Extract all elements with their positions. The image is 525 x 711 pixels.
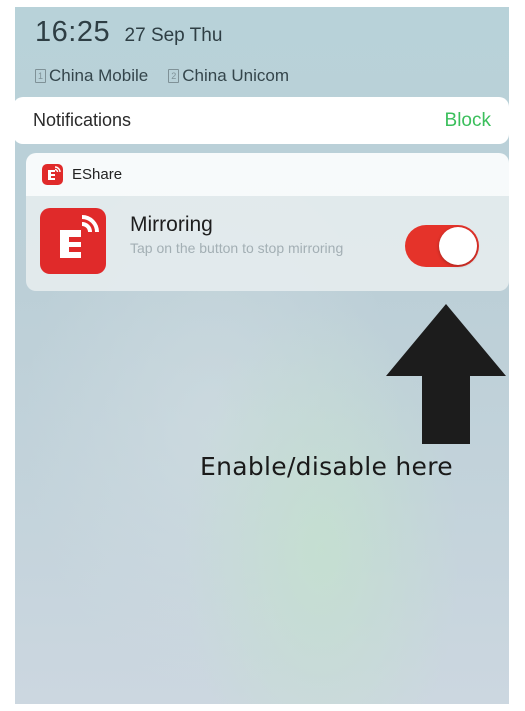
notifications-header: Notifications Block — [13, 97, 509, 144]
status-area: 16:25 27 Sep Thu — [35, 16, 222, 49]
carrier-name: China Mobile — [49, 66, 149, 85]
app-name: EShare — [72, 166, 123, 183]
mirroring-toggle[interactable] — [405, 225, 479, 267]
mirroring-notification[interactable]: Mirroring Tap on the button to stop mirr… — [26, 196, 509, 291]
up-arrow-icon — [386, 304, 506, 444]
eshare-app-icon — [42, 164, 63, 185]
carrier-name: China Unicom — [182, 66, 289, 85]
notification-app-header[interactable]: EShare — [26, 153, 509, 196]
annotation-label: Enable/disable here — [200, 452, 453, 481]
sim-2-icon: 2 — [168, 69, 180, 83]
notification-subtitle: Tap on the button to stop mirroring — [130, 240, 344, 256]
eshare-app-icon — [40, 208, 106, 274]
carrier-item: 1 China Mobile — [35, 66, 148, 86]
clock-time: 16:25 — [35, 16, 111, 48]
carrier-list: 1 China Mobile 2 China Unicom — [35, 66, 289, 86]
notification-title: Mirroring — [130, 213, 213, 236]
toggle-knob — [439, 227, 477, 265]
notifications-title: Notifications — [33, 110, 132, 130]
clock-date: 27 Sep Thu — [124, 25, 223, 46]
carrier-item: 2 China Unicom — [168, 66, 289, 86]
sim-1-icon: 1 — [35, 69, 46, 83]
block-button[interactable]: Block — [445, 110, 491, 132]
